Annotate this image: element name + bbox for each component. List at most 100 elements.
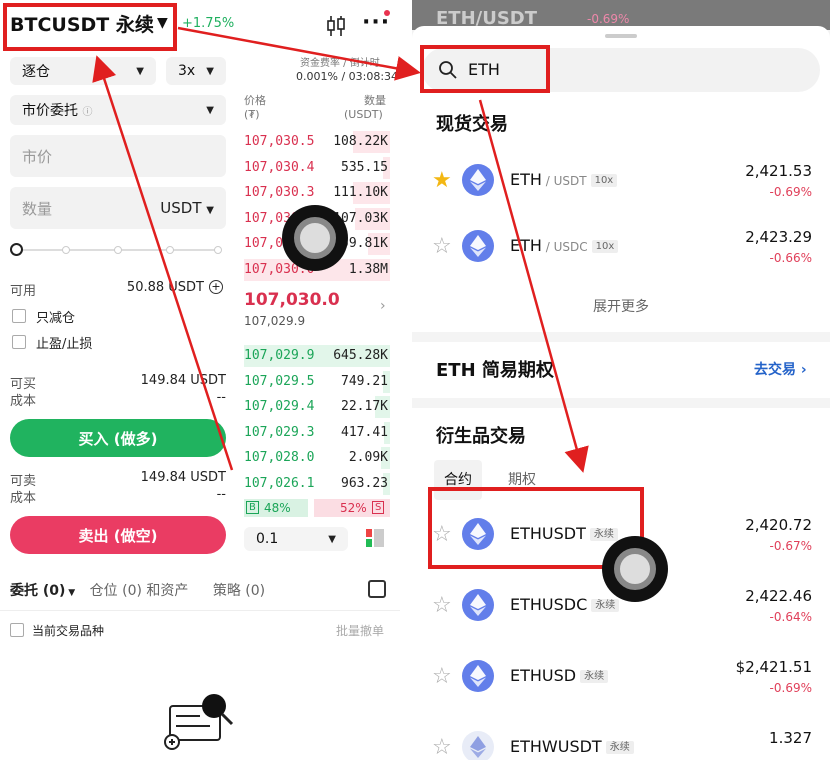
batch-cancel-button[interactable]: 批量撤单: [336, 622, 384, 639]
tp-sl-checkbox[interactable]: [12, 335, 26, 349]
margin-mode-value: 逐仓: [22, 64, 50, 80]
star-icon[interactable]: ☆: [432, 234, 452, 259]
bid-row[interactable]: 107,026.1 963.23: [244, 472, 390, 495]
last-price: 2,421.53: [745, 162, 812, 180]
leverage-select[interactable]: 3x ▼: [166, 57, 226, 85]
divider: [0, 610, 400, 611]
caret-down-icon: ▼: [136, 65, 144, 77]
bid-qty: 2.09K: [348, 450, 388, 465]
eth-coin-icon: [462, 164, 494, 196]
spot-row[interactable]: ★ ETH / USDT 10x 2,421.53 -0.69%: [412, 150, 830, 216]
notification-dot: [384, 10, 390, 16]
ask-qty: 108.22K: [333, 134, 388, 149]
bid-row[interactable]: 107,029.3 417.41: [244, 421, 390, 444]
ask-price: 107,030.5: [244, 134, 315, 149]
bid-row[interactable]: 107,029.4 22.17K: [244, 396, 390, 418]
star-icon[interactable]: ☆: [432, 664, 452, 689]
ask-row[interactable]: 107,030.4 535.15: [244, 156, 390, 179]
last-price: 2,422.46: [745, 587, 812, 605]
star-icon[interactable]: ★: [432, 168, 452, 193]
pair-symbol: ETHUSDC: [510, 595, 588, 614]
spot-row[interactable]: ☆ ETH / USDC 10x 2,423.29 -0.66%: [412, 216, 830, 282]
sell-pct: 52%: [340, 501, 367, 515]
drag-handle[interactable]: [605, 34, 637, 38]
order-type-select[interactable]: 市价委托 ⓘ ▼: [10, 95, 226, 125]
order-type-value: 市价委托: [22, 103, 78, 119]
mark-price: 107,029.9: [244, 314, 306, 328]
pair-base: ETH: [510, 236, 542, 255]
tab-positions[interactable]: 仓位 (0) 和资产: [90, 583, 189, 599]
last-price: $2,421.51: [735, 658, 812, 676]
caret-down-icon: ▼: [206, 65, 214, 77]
touch-indicator: [282, 205, 348, 271]
funding-value: 0.001% / 03:08:34: [296, 70, 399, 83]
info-icon: ⓘ: [82, 107, 93, 118]
book-layout-icon[interactable]: [366, 529, 384, 547]
ask-row[interactable]: 107,030.5 108.22K: [244, 131, 390, 153]
bid-qty: 22.17K: [341, 399, 388, 414]
bid-price: 107,029.5: [244, 373, 315, 389]
derivative-row[interactable]: ☆ ETHWUSDT 永续 1.327: [412, 717, 830, 760]
pair-name: ETH / USDT 10x: [510, 170, 618, 189]
caret-down-icon: ▼: [328, 533, 336, 545]
can-buy-value: 149.84 USDT: [140, 373, 226, 388]
price-input[interactable]: 市价: [10, 135, 226, 177]
perpetual-badge: 永续: [605, 741, 634, 754]
quantity-unit-select[interactable]: USDT ▼: [160, 199, 214, 217]
star-icon[interactable]: ☆: [432, 593, 452, 618]
bid-qty: 417.41: [341, 424, 388, 440]
can-sell-value: 149.84 USDT: [140, 470, 226, 485]
candlestick-chart-icon[interactable]: [323, 13, 349, 39]
funding-label: 资金费率 / 倒计时: [300, 58, 380, 69]
precision-select[interactable]: 0.1 ▼: [244, 527, 348, 551]
derivative-row[interactable]: ☆ ETHUSD 永续 $2,421.51 -0.69%: [412, 646, 830, 712]
last-price: 2,423.29: [745, 228, 812, 246]
buy-badge: B: [246, 501, 259, 514]
buy-sell-ratio: B 48% 52% S: [244, 499, 390, 517]
bid-price: 107,028.0: [244, 450, 315, 465]
search-sheet: ETH 现货交易 ★ ETH / USDT 10x 2,421.53 -0.69% ☆ ET…: [412, 26, 830, 760]
pair-base: ETH: [510, 170, 542, 189]
tp-sl-label: 止盈/止损: [36, 337, 93, 352]
price-change: -0.64%: [769, 610, 812, 624]
expand-more-button[interactable]: 展开更多: [412, 296, 830, 316]
bid-row[interactable]: 107,029.5 749.21: [244, 370, 390, 393]
sell-short-button[interactable]: 卖出 (做空): [10, 516, 226, 554]
current-pair-label: 当前交易品种: [32, 624, 105, 638]
history-icon[interactable]: [368, 580, 386, 598]
reduce-only-checkbox[interactable]: [12, 309, 26, 323]
cost-value: --: [216, 390, 226, 405]
chevron-right-icon[interactable]: ›: [380, 298, 386, 314]
ask-price: 107,030.3: [244, 185, 315, 200]
ob-price-header: 价格: [244, 94, 266, 107]
bid-row[interactable]: 107,028.0 2.09K: [244, 447, 390, 469]
tab-strategy[interactable]: 策略 (0): [213, 583, 265, 599]
current-pair-checkbox[interactable]: [10, 623, 24, 637]
available-value: 50.88 USDT: [126, 280, 204, 295]
bid-qty: 963.23: [341, 475, 388, 491]
quantity-input[interactable]: 数量 USDT ▼: [10, 187, 226, 229]
panel-gap: [400, 0, 412, 760]
spot-title: 现货交易: [436, 114, 508, 135]
leverage-badge: 10x: [590, 174, 618, 187]
leverage-badge: 10x: [591, 240, 619, 253]
highlight-box-search: [420, 45, 550, 93]
mid-price: 107,030.0: [244, 290, 340, 310]
star-icon[interactable]: ☆: [432, 735, 452, 760]
margin-mode-select[interactable]: 逐仓 ▼: [10, 57, 156, 85]
buy-pct: 48%: [264, 501, 291, 515]
price-change: -0.66%: [769, 251, 812, 265]
available-label: 可用: [10, 284, 37, 299]
ask-row[interactable]: 107,030.3 111.10K: [244, 182, 390, 204]
bid-row[interactable]: 107,029.9 645.28K: [244, 345, 390, 367]
ob-price-unit: (₮): [244, 108, 260, 121]
caret-down-icon: ▼: [65, 588, 76, 598]
bid-qty: 749.21: [341, 373, 388, 389]
quantity-slider[interactable]: [10, 243, 226, 257]
perpetual-badge: 永续: [580, 670, 609, 683]
price-change: -0.69%: [769, 185, 812, 199]
go-trade-link[interactable]: 去交易 ›: [754, 359, 807, 379]
tab-orders[interactable]: 委托 (0): [10, 583, 65, 599]
add-funds-icon[interactable]: +: [209, 280, 223, 294]
buy-long-button[interactable]: 买入 (做多): [10, 419, 226, 457]
